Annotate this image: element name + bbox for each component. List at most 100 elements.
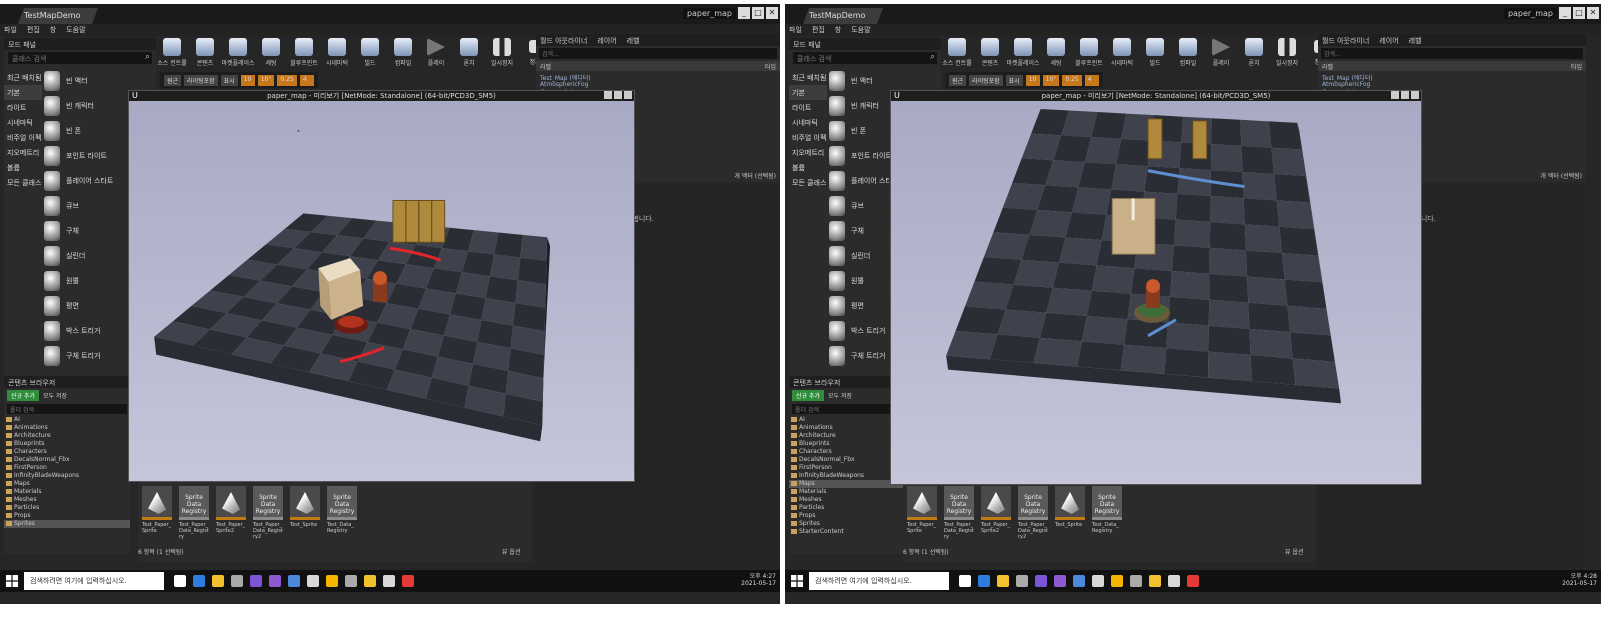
viewport-option[interactable]: 10° bbox=[1042, 74, 1060, 86]
category-item[interactable]: 기본 bbox=[789, 85, 827, 100]
toolbar-button[interactable]: 일시정지 bbox=[490, 38, 514, 68]
asset-tile[interactable]: Test_Paper_Sprite bbox=[142, 486, 172, 534]
asset-tile[interactable]: Sprite Data Registry Test_Paper_Data_Regi… bbox=[253, 486, 283, 540]
add-new-button[interactable]: 신규 추가 bbox=[792, 389, 824, 401]
toolbar-button[interactable]: 컴파일 bbox=[1176, 38, 1200, 68]
clock[interactable]: 오후 4:27 2021-05-17 bbox=[741, 573, 776, 587]
toolbar-button[interactable]: 플레이 bbox=[1209, 38, 1233, 68]
maximize-button[interactable]: □ bbox=[752, 7, 764, 19]
toolbar-button[interactable]: 블루프린트 bbox=[290, 38, 318, 68]
category-item[interactable]: 모든 클래스 bbox=[4, 175, 42, 190]
asset-tile[interactable]: Sprite Data Registry Test_Paper_Data_Regi… bbox=[1018, 486, 1048, 540]
category-item[interactable]: 기본 bbox=[4, 85, 42, 100]
taskbar-app-icon[interactable] bbox=[383, 575, 395, 587]
folder-item[interactable]: DecalsNormal_Fbx bbox=[4, 456, 130, 464]
taskbar-app-icon[interactable] bbox=[1168, 575, 1180, 587]
taskbar-app-icon[interactable] bbox=[212, 575, 224, 587]
viewport-option[interactable]: 4 bbox=[1084, 74, 1099, 86]
taskbar-search-input[interactable]: 검색하려면 여기에 입력하십시오. bbox=[809, 572, 949, 590]
minimize-button[interactable]: _ bbox=[1559, 7, 1571, 19]
game-scene[interactable] bbox=[891, 101, 1421, 484]
taskbar-app-icon[interactable] bbox=[250, 575, 262, 587]
minimize-icon[interactable] bbox=[1391, 91, 1399, 99]
toolbar-button[interactable]: 마켓플레이스 bbox=[221, 38, 255, 68]
category-item[interactable]: 지오메트리 bbox=[4, 145, 42, 160]
taskbar-app-icon[interactable] bbox=[193, 575, 205, 587]
folder-search-input[interactable]: 폴더 검색 bbox=[7, 404, 127, 414]
outliner-column-header[interactable]: 라벨 bbox=[1322, 62, 1333, 71]
outliner-column-header[interactable]: 라벨 bbox=[540, 62, 551, 71]
taskbar-app-icon[interactable] bbox=[997, 575, 1009, 587]
add-new-button[interactable]: 신규 추가 bbox=[7, 389, 39, 401]
asset-tile[interactable]: Test_Paper_Sprite bbox=[907, 486, 937, 534]
viewport-option[interactable]: 4 bbox=[299, 74, 314, 86]
asset-tile[interactable]: Sprite Data Registry Test_Paper_Data_Regi… bbox=[179, 486, 209, 540]
folder-item[interactable]: Materials bbox=[789, 488, 915, 496]
toolbar-button[interactable]: 빌드 bbox=[358, 38, 382, 68]
menu-item[interactable]: 창 bbox=[835, 25, 841, 35]
viewport-option[interactable]: 10° bbox=[257, 74, 275, 86]
folder-item[interactable]: AI bbox=[4, 416, 130, 424]
content-browser-tab[interactable]: 콘텐츠 브라우저 bbox=[4, 376, 130, 388]
play-in-editor-window[interactable]: Upaper_map - 미리보기 [NetMode: Standalone] … bbox=[128, 90, 635, 482]
close-button[interactable]: ✕ bbox=[1587, 7, 1599, 19]
toolbar-button[interactable]: 소스 컨트롤 bbox=[942, 38, 972, 68]
folder-item[interactable]: StarterContent bbox=[789, 528, 915, 536]
game-scene[interactable] bbox=[129, 101, 634, 481]
viewport-option[interactable]: 원근 bbox=[164, 74, 182, 86]
taskbar-app-icon[interactable] bbox=[402, 575, 414, 587]
asset-tile[interactable]: Sprite Data Registry Test_Paper_Data_Regi… bbox=[944, 486, 974, 540]
category-item[interactable]: 시네마틱 bbox=[4, 115, 42, 130]
toolbar-button[interactable]: 빌드 bbox=[1143, 38, 1167, 68]
viewport-option[interactable]: 표시 bbox=[220, 74, 238, 86]
outliner-row[interactable]: AtmosphericFog bbox=[1322, 81, 1582, 89]
folder-item[interactable]: FirstPerson bbox=[4, 464, 130, 472]
outliner-tab[interactable]: 월드 아웃라이너 bbox=[1322, 36, 1369, 45]
taskbar-app-icon[interactable] bbox=[1130, 575, 1142, 587]
viewport-option[interactable]: 표시 bbox=[1005, 74, 1023, 86]
folder-item[interactable]: Meshes bbox=[789, 496, 915, 504]
modes-tab[interactable]: 모드 패널 bbox=[789, 38, 941, 50]
menu-item[interactable]: 편집 bbox=[27, 25, 40, 35]
menu-item[interactable]: 도움말 bbox=[851, 25, 870, 35]
taskbar-app-icon[interactable] bbox=[307, 575, 319, 587]
toolbar-button[interactable]: 콘텐츠 bbox=[978, 38, 1002, 68]
category-item[interactable]: 라이트 bbox=[789, 100, 827, 115]
asset-tile[interactable]: Test_Paper_Sprite2 bbox=[216, 486, 246, 534]
viewport-option[interactable]: 10 bbox=[240, 74, 255, 86]
taskbar-app-icon[interactable] bbox=[1149, 575, 1161, 587]
folder-item[interactable]: Animations bbox=[4, 424, 130, 432]
category-item[interactable]: 비주얼 이펙트 bbox=[789, 130, 827, 145]
viewport-option[interactable]: 0.25 bbox=[277, 74, 297, 86]
folder-item[interactable]: Sprites bbox=[789, 520, 915, 528]
category-item[interactable]: 볼륨 bbox=[4, 160, 42, 175]
outliner-search-input[interactable]: 검색... bbox=[539, 48, 777, 59]
category-item[interactable]: 최근 배치됨 bbox=[4, 70, 42, 85]
taskbar-search-input[interactable]: 검색하려면 여기에 입력하십시오. bbox=[24, 572, 164, 590]
category-item[interactable]: 볼륨 bbox=[789, 160, 827, 175]
toolbar-button[interactable]: 세팅 bbox=[259, 38, 283, 68]
toolbar-button[interactable]: 론치 bbox=[457, 38, 481, 68]
folder-item[interactable]: InfinityBladeWeapons bbox=[4, 472, 130, 480]
maximize-icon[interactable] bbox=[1401, 91, 1409, 99]
close-icon[interactable] bbox=[1411, 91, 1419, 99]
toolbar-button[interactable]: 시네마틱 bbox=[325, 38, 349, 68]
folder-item[interactable]: Sprites bbox=[4, 520, 130, 528]
asset-tile[interactable]: Sprite Data Registry Test_Data_Registry bbox=[327, 486, 357, 534]
viewport-option[interactable]: 라이팅포함 bbox=[969, 74, 1003, 86]
outliner-row[interactable]: AtmosphericFog bbox=[540, 81, 776, 89]
asset-tile[interactable]: Test_Sprite bbox=[290, 486, 320, 528]
category-item[interactable]: 모든 클래스 bbox=[789, 175, 827, 190]
taskbar-app-icon[interactable] bbox=[978, 575, 990, 587]
menu-item[interactable]: 창 bbox=[50, 25, 56, 35]
save-all-button[interactable]: 모두 저장 bbox=[43, 391, 67, 400]
folder-item[interactable]: Materials bbox=[4, 488, 130, 496]
toolbar-button[interactable]: 블루프린트 bbox=[1075, 38, 1103, 68]
outliner-search-input[interactable]: 검색... bbox=[1321, 48, 1583, 59]
viewport-option[interactable]: 라이팅포함 bbox=[184, 74, 218, 86]
folder-item[interactable]: Characters bbox=[4, 448, 130, 456]
taskbar-app-icon[interactable] bbox=[1092, 575, 1104, 587]
outliner-row[interactable]: Test_Map (에디터) bbox=[540, 73, 776, 82]
minimize-button[interactable]: _ bbox=[738, 7, 750, 19]
folder-item[interactable]: Meshes bbox=[4, 496, 130, 504]
